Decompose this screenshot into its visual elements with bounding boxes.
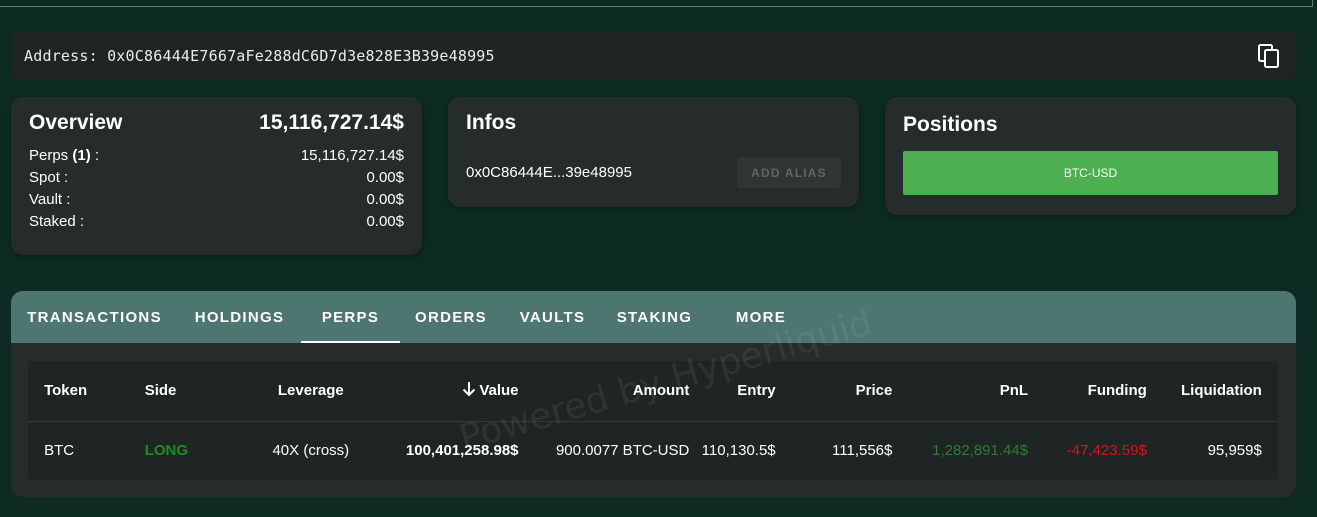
- header-price[interactable]: Price: [775, 361, 893, 422]
- tabs-panel: TRANSACTIONS HOLDINGS PERPS ORDERS VAULT…: [11, 291, 1296, 497]
- header-leverage[interactable]: Leverage: [260, 361, 362, 422]
- overview-value: 0.00$: [366, 213, 404, 230]
- address-bar: Address: 0x0C86444E7667aFe288dC6D7d3e828…: [11, 31, 1296, 80]
- header-funding[interactable]: Funding: [1028, 361, 1147, 422]
- overview-label: Staked :: [29, 213, 85, 230]
- cell-liquidation: 95,959$: [1207, 442, 1262, 460]
- infos-title: Infos: [466, 111, 517, 134]
- tabs-bar: TRANSACTIONS HOLDINGS PERPS ORDERS VAULT…: [11, 291, 1296, 343]
- header-pnl[interactable]: PnL: [892, 361, 1029, 422]
- tab-perps[interactable]: PERPS: [301, 291, 400, 343]
- cell-pnl: 1,282,891.44$: [932, 442, 1029, 460]
- perps-table: Token Side Leverage Value Amount Entry P…: [28, 361, 1278, 480]
- cell-entry: 110,130.5$: [701, 442, 776, 460]
- header-side[interactable]: Side: [144, 361, 261, 422]
- tab-transactions[interactable]: TRANSACTIONS: [11, 291, 178, 343]
- header-amount[interactable]: Amount: [518, 361, 690, 422]
- header-token[interactable]: Token: [44, 361, 145, 422]
- header-liquidation[interactable]: Liquidation: [1146, 361, 1262, 422]
- overview-row-vault: Vault : 0.00$: [29, 189, 404, 211]
- tab-holdings[interactable]: HOLDINGS: [178, 291, 301, 343]
- header-value-label: Value: [479, 381, 519, 399]
- add-alias-button[interactable]: ADD ALIAS: [737, 157, 841, 188]
- table-header-row: Token Side Leverage Value Amount Entry P…: [28, 361, 1278, 422]
- overview-total: 15,116,727.14$: [259, 111, 404, 134]
- table-row[interactable]: BTC LONG 40X (cross) 100,401,258.98$ 900…: [28, 421, 1278, 480]
- tab-vaults[interactable]: VAULTS: [502, 291, 603, 343]
- cell-token: BTC: [44, 442, 75, 460]
- header-value[interactable]: Value: [361, 361, 519, 422]
- overview-value: 0.00$: [366, 191, 404, 208]
- tab-more[interactable]: MORE: [706, 291, 816, 343]
- overview-row-staked: Staked : 0.00$: [29, 211, 404, 233]
- overview-row-perps: Perps (1) : 15,116,727.14$: [29, 145, 404, 167]
- cell-leverage: 40X (cross): [272, 442, 350, 460]
- copy-icon[interactable]: [1256, 43, 1282, 69]
- infos-card: Infos 0x0C86444E...39e48995 ADD ALIAS: [448, 97, 859, 207]
- positions-title: Positions: [903, 113, 998, 136]
- tab-staking[interactable]: STAKING: [603, 291, 706, 343]
- top-divider: [0, 6, 1313, 7]
- cell-value: 100,401,258.98$: [405, 442, 519, 460]
- tab-orders[interactable]: ORDERS: [400, 291, 502, 343]
- overview-label: Spot :: [29, 169, 69, 186]
- top-divider-edge: [1312, 0, 1313, 7]
- cell-price: 111,556$: [832, 442, 893, 460]
- address-text: Address: 0x0C86444E7667aFe288dC6D7d3e828…: [24, 46, 495, 65]
- overview-value: 15,116,727.14$: [300, 147, 404, 164]
- position-btc-usd-button[interactable]: BTC-USD: [903, 151, 1278, 195]
- arrow-down-icon: [462, 381, 476, 401]
- positions-card: Positions BTC-USD: [885, 97, 1296, 215]
- infos-address: 0x0C86444E...39e48995: [466, 164, 632, 181]
- overview-label: Perps (1) :: [29, 147, 100, 164]
- overview-value: 0.00$: [366, 169, 404, 186]
- header-entry[interactable]: Entry: [689, 361, 776, 422]
- overview-label: Vault :: [29, 191, 71, 208]
- cell-amount: 900.0077 BTC-USD: [555, 442, 690, 460]
- overview-title: Overview: [29, 111, 123, 134]
- overview-card: Overview 15,116,727.14$ Perps (1) : 15,1…: [11, 97, 422, 255]
- cell-side: LONG: [144, 442, 189, 460]
- overview-row-spot: Spot : 0.00$: [29, 167, 404, 189]
- cell-funding: -47,423.59$: [1066, 442, 1147, 460]
